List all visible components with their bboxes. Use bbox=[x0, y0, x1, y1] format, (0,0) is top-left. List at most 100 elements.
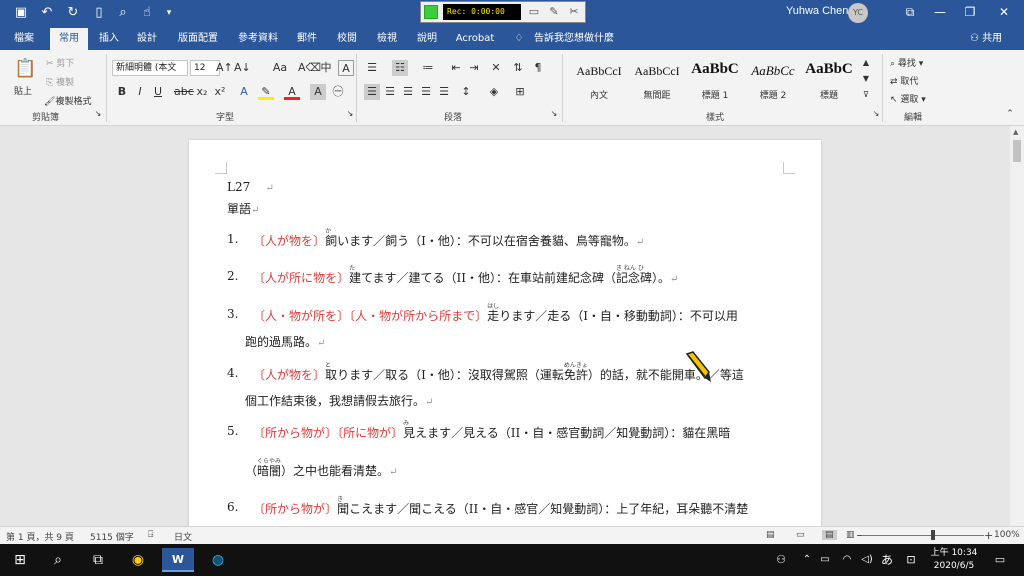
tell-me-search[interactable]: 告訴我您想做什麼 bbox=[532, 28, 616, 50]
document-page[interactable]: L27 ↵ 單語↵ 1. 〔人が物を〕か飼います／飼う（I・他）：不可以在宿舍養… bbox=[189, 140, 821, 540]
page-count[interactable]: 第 1 頁，共 9 頁 bbox=[6, 530, 74, 543]
align-right-icon[interactable]: ☰ bbox=[400, 84, 416, 100]
asian-layout-icon[interactable]: ✕ bbox=[488, 60, 504, 76]
tab-acrobat[interactable]: Acrobat bbox=[450, 28, 500, 50]
language-indicator[interactable]: 日文 bbox=[174, 530, 192, 543]
copy-button[interactable]: ⎘ 複製 bbox=[46, 75, 74, 88]
collapse-ribbon-icon[interactable]: ⌃ bbox=[1004, 108, 1016, 120]
print-preview-icon[interactable]: ⌕ bbox=[114, 4, 132, 22]
style-normal[interactable]: AaBbCcI 內文 bbox=[570, 58, 628, 102]
style-heading-2[interactable]: AaBbCc 標題 2 bbox=[744, 58, 802, 102]
tab-file[interactable]: 檔案 bbox=[6, 28, 42, 50]
clear-formatting-icon[interactable]: A⌫ bbox=[298, 60, 321, 76]
touch-mode-icon[interactable]: ☝ bbox=[138, 4, 156, 22]
zoom-slider-thumb[interactable] bbox=[931, 530, 935, 540]
tab-help[interactable]: 說明 bbox=[410, 28, 444, 50]
style-heading-1[interactable]: AaBbC 標題 1 bbox=[686, 58, 744, 102]
read-mode-icon[interactable]: ▭ bbox=[796, 530, 805, 540]
user-name[interactable]: Yuhwa Chen bbox=[786, 5, 848, 17]
recorder-draw-icon[interactable]: ✎ bbox=[547, 5, 561, 19]
word-app-icon[interactable]: W bbox=[162, 548, 194, 572]
cut-button[interactable]: ✂ 剪下 bbox=[46, 56, 74, 69]
font-color-icon[interactable]: A bbox=[284, 84, 300, 100]
style-no-spacing[interactable]: AaBbCcI 無間距 bbox=[628, 58, 686, 102]
zoom-level[interactable]: 100% bbox=[994, 530, 1020, 540]
replace-button[interactable]: ⇄ 取代 bbox=[890, 74, 918, 87]
print-layout-icon[interactable]: ▤ bbox=[822, 530, 837, 540]
zoom-slider[interactable] bbox=[862, 535, 984, 536]
avatar[interactable]: YC bbox=[848, 3, 868, 23]
clock[interactable]: 上午 10:34 2020/6/5 bbox=[928, 547, 980, 573]
focus-mode-icon[interactable]: ▤ bbox=[766, 530, 775, 540]
decrease-indent-icon[interactable]: ⇤ bbox=[448, 60, 464, 76]
tab-design[interactable]: 設計 bbox=[130, 28, 164, 50]
strikethrough-icon[interactable]: abc bbox=[174, 84, 194, 100]
ime-indicator[interactable]: あ bbox=[878, 548, 896, 572]
zoom-in-icon[interactable]: + bbox=[984, 529, 993, 542]
tab-mailings[interactable]: 郵件 bbox=[290, 28, 324, 50]
borders-icon[interactable]: ⊞ bbox=[512, 84, 528, 100]
font-name-combo[interactable]: 新細明體 (本文 bbox=[112, 60, 188, 76]
paragraph-launcher-icon[interactable]: ↘ bbox=[550, 110, 558, 118]
italic-icon[interactable]: I bbox=[132, 84, 148, 100]
bullets-icon[interactable]: ☰ bbox=[364, 60, 380, 76]
ribbon-display-options-icon[interactable]: ⧉ bbox=[896, 2, 924, 22]
new-document-icon[interactable]: ▯ bbox=[90, 4, 108, 22]
web-layout-icon[interactable]: ▥ bbox=[846, 530, 855, 540]
style-title[interactable]: AaBbC 標題 bbox=[800, 58, 858, 102]
scroll-thumb[interactable] bbox=[1013, 140, 1021, 162]
redo-icon[interactable]: ↻ bbox=[64, 4, 82, 22]
recorder-scissors-icon[interactable]: ✂ bbox=[567, 5, 581, 19]
character-shading-icon[interactable]: A bbox=[310, 84, 326, 100]
enclose-characters-icon[interactable]: ㊀ bbox=[330, 84, 346, 100]
show-hidden-icons-icon[interactable]: ⌃ bbox=[798, 548, 816, 572]
bold-icon[interactable]: B bbox=[114, 84, 130, 100]
word-count[interactable]: 5115 個字 bbox=[90, 530, 134, 543]
lightbulb-icon[interactable]: ♢ bbox=[512, 28, 526, 50]
task-view-icon[interactable]: ⧉ bbox=[82, 548, 114, 572]
character-border-icon[interactable]: A bbox=[338, 60, 354, 76]
tab-home[interactable]: 常用 bbox=[50, 28, 88, 50]
search-icon[interactable]: ⌕ bbox=[42, 548, 74, 572]
minimize-icon[interactable]: — bbox=[926, 2, 954, 22]
justify-icon[interactable]: ☰ bbox=[418, 84, 434, 100]
windows-start-icon[interactable]: ⊞ bbox=[4, 548, 36, 572]
recorder-pause-icon[interactable]: ▭ bbox=[527, 5, 541, 19]
subscript-icon[interactable]: x₂ bbox=[194, 84, 210, 100]
people-icon[interactable]: ⚇ bbox=[770, 548, 792, 572]
save-icon[interactable]: ▣ bbox=[12, 4, 30, 22]
increase-indent-icon[interactable]: ⇥ bbox=[466, 60, 482, 76]
find-button[interactable]: ⌕ 尋找 ▾ bbox=[890, 56, 923, 69]
paste-icon[interactable]: 📋 bbox=[14, 58, 36, 80]
shrink-font-icon[interactable]: A↓ bbox=[234, 60, 251, 76]
undo-icon[interactable]: ↶ bbox=[38, 4, 56, 22]
customize-toolbar-icon[interactable]: ▾ bbox=[160, 4, 178, 22]
tab-references[interactable]: 參考資料 bbox=[232, 28, 284, 50]
sort-icon[interactable]: ⇅ bbox=[510, 60, 526, 76]
styles-scroll-up-icon[interactable]: ▲ bbox=[860, 56, 872, 70]
superscript-icon[interactable]: x² bbox=[212, 84, 228, 100]
notifications-icon[interactable]: ▭ bbox=[990, 548, 1010, 572]
phonetic-guide-icon[interactable]: 中 bbox=[318, 60, 334, 76]
grow-font-icon[interactable]: A↑ bbox=[216, 60, 233, 76]
shading-icon[interactable]: ◈ bbox=[486, 84, 502, 100]
record-status-icon[interactable] bbox=[424, 5, 438, 19]
distributed-icon[interactable]: ☰ bbox=[436, 84, 452, 100]
text-effects-icon[interactable]: A bbox=[236, 84, 252, 100]
proofing-icon[interactable]: ⍈ bbox=[148, 530, 153, 540]
styles-scroll-down-icon[interactable]: ▼ bbox=[860, 72, 872, 86]
volume-icon[interactable]: ◁) bbox=[858, 548, 876, 572]
chrome-icon[interactable]: ◉ bbox=[122, 548, 154, 572]
multilevel-list-icon[interactable]: ≔ bbox=[420, 60, 436, 76]
edge-icon[interactable]: ◍ bbox=[202, 548, 234, 572]
share-button[interactable]: ⚇ 共用 bbox=[970, 28, 1002, 50]
align-left-icon[interactable]: ☰ bbox=[364, 84, 380, 100]
styles-more-icon[interactable]: ⊽ bbox=[860, 88, 872, 102]
network-icon[interactable]: ▭ bbox=[816, 548, 834, 572]
scroll-up-icon[interactable]: ▲ bbox=[1013, 128, 1018, 136]
change-case-icon[interactable]: Aa bbox=[272, 60, 288, 76]
line-spacing-icon[interactable]: ↕ bbox=[458, 84, 474, 100]
paste-button[interactable]: 貼上 bbox=[14, 84, 32, 97]
tab-insert[interactable]: 插入 bbox=[92, 28, 126, 50]
underline-icon[interactable]: U bbox=[150, 84, 166, 100]
